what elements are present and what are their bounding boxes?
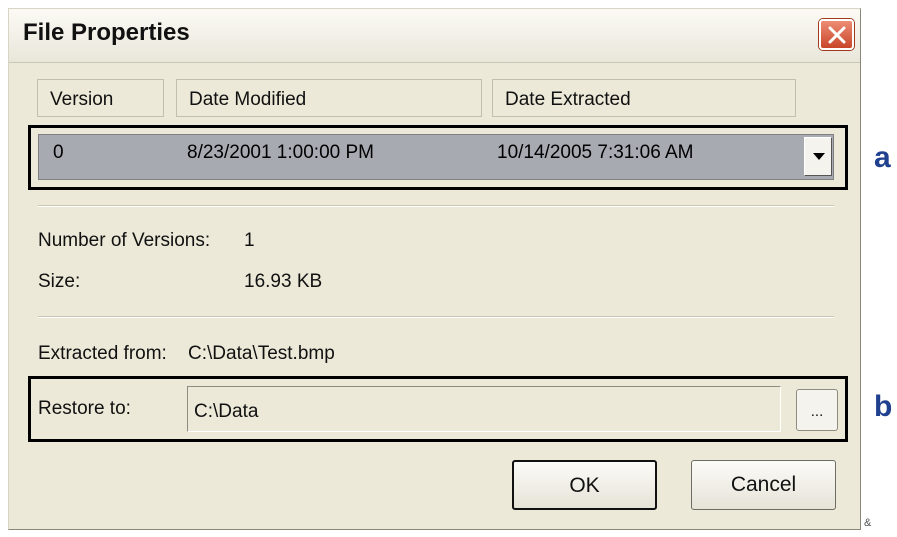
restore-to-label: Restore to: [38,398,131,419]
versions-value: 1 [244,230,255,251]
row-date-extracted: 10/14/2005 7:31:06 AM [497,142,694,163]
restore-path-input[interactable] [187,386,781,432]
cancel-button-label: Cancel [730,473,797,496]
stray-mark: & [864,517,872,529]
annotation-b: b [874,390,893,423]
browse-button-label: ... [810,403,824,420]
close-button[interactable] [819,19,854,50]
dialog-title: File Properties [23,19,190,46]
column-header-date-modified[interactable]: Date Modified [176,79,482,117]
extracted-from-value: C:\Data\Test.bmp [188,343,335,364]
ok-button-label: OK [569,474,600,497]
row-version: 0 [53,142,64,163]
close-icon [828,26,846,44]
column-header-version[interactable]: Version [37,79,164,117]
extracted-from-label: Extracted from: [38,343,167,364]
column-header-date-modified-label: Date Modified [189,89,307,110]
cancel-button[interactable]: Cancel [691,460,836,510]
row-date-modified: 8/23/2001 1:00:00 PM [187,142,374,163]
title-bar: File Properties [9,9,860,63]
separator-bottom [38,316,834,318]
version-dropdown[interactable] [38,134,834,180]
column-header-date-extracted-label: Date Extracted [505,89,631,110]
browse-button[interactable]: ... [796,389,838,431]
column-header-date-extracted[interactable]: Date Extracted [492,79,796,117]
versions-label: Number of Versions: [38,230,211,251]
annotation-a: a [874,141,891,174]
chevron-down-icon [813,153,825,160]
version-dropdown-button[interactable] [804,137,832,176]
column-header-version-label: Version [50,89,114,110]
size-value: 16.93 KB [244,271,323,292]
separator-top [38,205,834,207]
size-label: Size: [38,271,81,292]
ok-button[interactable]: OK [512,460,657,510]
